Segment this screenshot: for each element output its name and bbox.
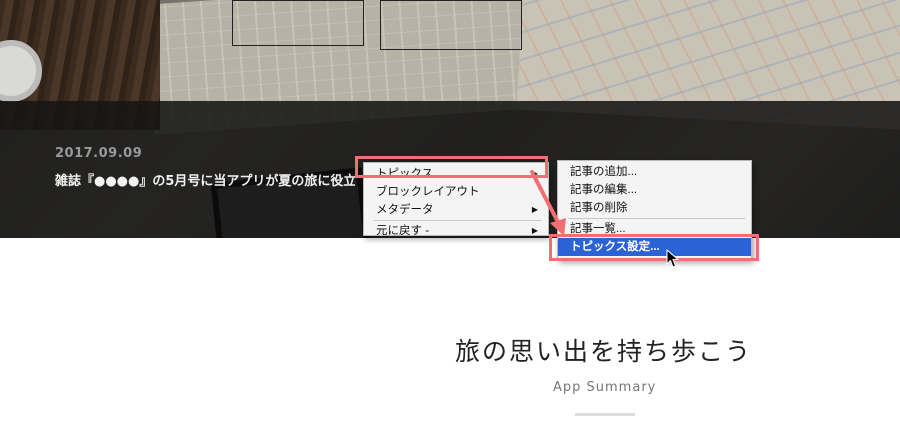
menu-item-label: 記事の編集... [570, 184, 638, 196]
menu-item-label: 記事の追加... [570, 166, 638, 178]
menu-item-edit-article[interactable]: 記事の編集... [558, 181, 751, 199]
menu-item-label: メタデータ [376, 204, 434, 216]
map-inset [380, 0, 522, 50]
menu-separator [568, 218, 745, 219]
section-divider [575, 413, 635, 416]
menu-item-add-article[interactable]: 記事の追加... [558, 163, 751, 181]
menu-separator [374, 220, 542, 221]
section-heading: 旅の思い出を持ち歩こう [455, 337, 753, 366]
menu-item-label: 記事の削除 [570, 202, 628, 214]
map-inset [232, 0, 364, 46]
article-date: 2017.09.09 [55, 146, 143, 161]
highlight-box-topics-settings [549, 234, 759, 261]
article-headline[interactable]: 雑誌『●●●●』の5月号に当アプリが夏の旅に役立 [55, 170, 355, 189]
menu-item-label: ブロックレイアウト [376, 186, 480, 198]
menu-item-delete-article[interactable]: 記事の削除 [558, 199, 751, 217]
annotation-arrow-icon [530, 170, 566, 236]
menu-item-label: 元に戻す - [376, 225, 430, 237]
section-subheading: App Summary [553, 380, 657, 395]
mouse-cursor-icon [666, 249, 680, 268]
